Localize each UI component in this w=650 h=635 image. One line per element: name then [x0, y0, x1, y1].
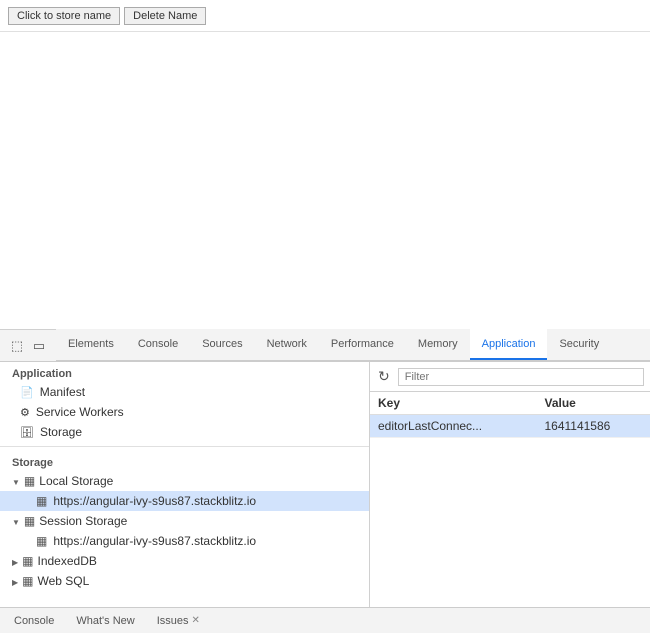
sidebar-item-local-storage-url[interactable]: https://angular-ivy-s9us87.stackblitz.io	[0, 491, 369, 511]
indexeddb-arrow-icon	[12, 554, 18, 568]
content-area	[0, 32, 650, 330]
service-workers-icon	[20, 405, 30, 419]
local-storage-table-icon	[24, 474, 35, 488]
column-key: Key	[370, 392, 536, 415]
bottom-tab-console-label: Console	[14, 615, 54, 627]
devtools-tab-bar: ⬚ ▭ Elements Console Sources Network Per…	[0, 330, 650, 362]
table-row[interactable]: editorLastConnec... 1641141586	[370, 415, 650, 438]
device-icon[interactable]: ▭	[30, 337, 48, 355]
sidebar-group-session-storage-label: Session Storage	[39, 514, 127, 528]
local-storage-arrow-icon	[12, 474, 20, 488]
tab-sources[interactable]: Sources	[190, 329, 254, 360]
manifest-icon	[20, 385, 34, 399]
sidebar-item-session-storage-url-label: https://angular-ivy-s9us87.stackblitz.io	[53, 534, 256, 548]
sidebar-group-websql-label: Web SQL	[38, 574, 90, 588]
devtools-icons: ⬚ ▭	[0, 330, 56, 361]
sidebar-section-application: Application	[0, 362, 369, 382]
filter-input[interactable]	[398, 368, 644, 386]
tab-elements[interactable]: Elements	[56, 329, 126, 360]
tab-console[interactable]: Console	[126, 329, 190, 360]
session-storage-url-icon	[36, 534, 47, 548]
data-table: Key Value editorLastConnec... 1641141586	[370, 392, 650, 607]
panel-toolbar: ↻	[370, 362, 650, 392]
sidebar-item-manifest[interactable]: Manifest	[0, 382, 369, 402]
column-value: Value	[536, 392, 650, 415]
bottom-tab-issues[interactable]: Issues ✕	[147, 611, 210, 631]
top-bar: Click to store name Delete Name	[0, 0, 650, 32]
sidebar-group-indexeddb[interactable]: IndexedDB	[0, 551, 369, 571]
delete-name-button[interactable]: Delete Name	[124, 7, 206, 25]
sidebar-group-local-storage-label: Local Storage	[39, 474, 113, 488]
tab-application[interactable]: Application	[470, 329, 548, 360]
devtools-panel: ⬚ ▭ Elements Console Sources Network Per…	[0, 330, 650, 633]
sidebar-item-session-storage-url[interactable]: https://angular-ivy-s9us87.stackblitz.io	[0, 531, 369, 551]
sidebar-section-storage: Storage	[0, 451, 369, 471]
store-name-button[interactable]: Click to store name	[8, 7, 120, 25]
refresh-button[interactable]: ↻	[376, 366, 392, 387]
cell-value: 1641141586	[536, 415, 650, 438]
tab-network[interactable]: Network	[255, 329, 319, 360]
issues-close-icon[interactable]: ✕	[192, 615, 200, 626]
bottom-tabs-bar: Console What's New Issues ✕	[0, 607, 650, 633]
tab-security[interactable]: Security	[547, 329, 611, 360]
sidebar-group-session-storage[interactable]: Session Storage	[0, 511, 369, 531]
sidebar: Application Manifest Service Workers Sto…	[0, 362, 370, 607]
local-storage-url-icon	[36, 494, 47, 508]
cell-key: editorLastConnec...	[370, 415, 536, 438]
bottom-tab-issues-label: Issues	[157, 615, 189, 627]
session-storage-arrow-icon	[12, 514, 20, 528]
storage-icon	[20, 425, 34, 439]
sidebar-group-websql[interactable]: Web SQL	[0, 571, 369, 591]
bottom-tab-whats-new-label: What's New	[76, 615, 134, 627]
tab-memory[interactable]: Memory	[406, 329, 470, 360]
devtools-body: Application Manifest Service Workers Sto…	[0, 362, 650, 607]
sidebar-item-service-workers-label: Service Workers	[36, 405, 124, 419]
sidebar-item-storage-label: Storage	[40, 425, 82, 439]
sidebar-item-manifest-label: Manifest	[40, 385, 85, 399]
bottom-tab-whats-new[interactable]: What's New	[66, 611, 144, 631]
websql-arrow-icon	[12, 574, 18, 588]
tab-performance[interactable]: Performance	[319, 329, 406, 360]
main-panel: ↻ Key Value editorLastConnec...	[370, 362, 650, 607]
sidebar-group-indexeddb-label: IndexedDB	[38, 554, 97, 568]
inspect-icon[interactable]: ⬚	[8, 337, 26, 355]
sidebar-item-service-workers[interactable]: Service Workers	[0, 402, 369, 422]
indexeddb-table-icon	[22, 554, 33, 568]
session-storage-table-icon	[24, 514, 35, 528]
sidebar-group-local-storage[interactable]: Local Storage	[0, 471, 369, 491]
sidebar-divider-1	[0, 446, 369, 447]
sidebar-item-storage[interactable]: Storage	[0, 422, 369, 442]
sidebar-item-local-storage-url-label: https://angular-ivy-s9us87.stackblitz.io	[53, 494, 256, 508]
websql-table-icon	[22, 574, 33, 588]
bottom-tab-console[interactable]: Console	[4, 611, 64, 631]
